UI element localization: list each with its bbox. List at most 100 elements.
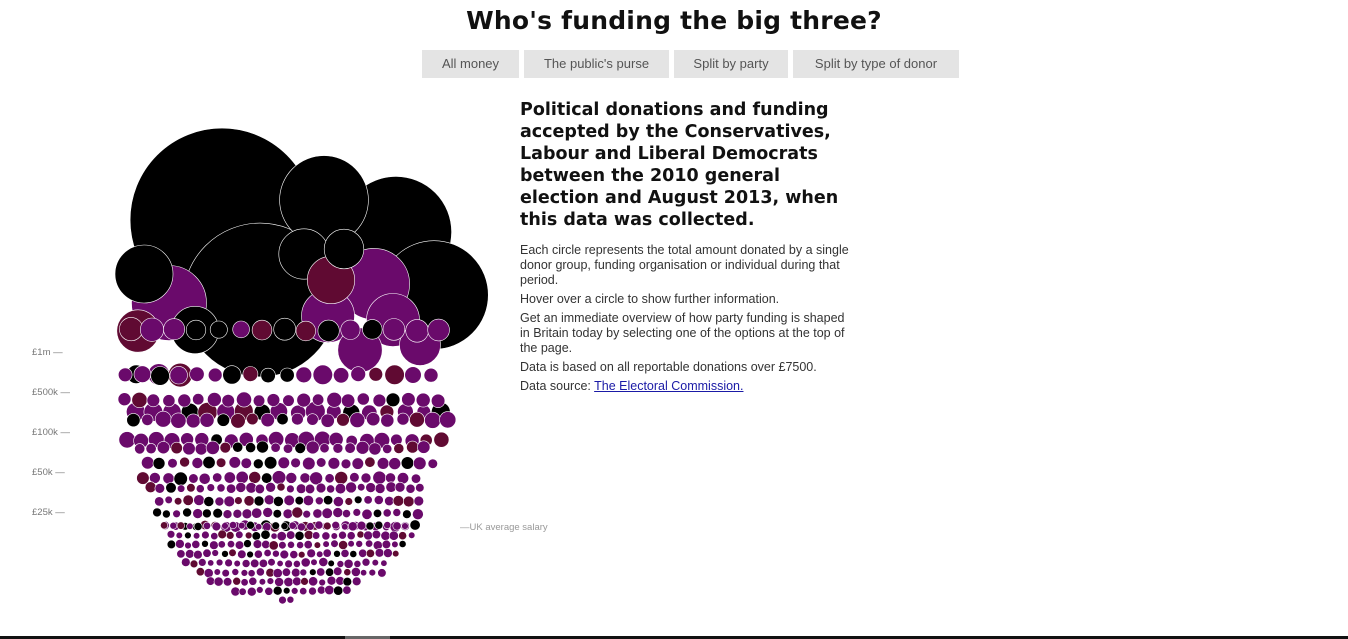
donor-bubble[interactable] <box>126 413 141 428</box>
donor-bubble[interactable] <box>252 539 263 549</box>
donor-bubble[interactable] <box>154 483 166 494</box>
donor-bubble[interactable] <box>134 443 146 455</box>
donor-bubble[interactable] <box>323 521 332 531</box>
donor-bubble[interactable] <box>164 495 173 505</box>
donor-bubble[interactable] <box>334 483 347 495</box>
donor-bubble[interactable] <box>415 483 425 493</box>
donor-bubble[interactable] <box>221 522 229 530</box>
donor-bubble[interactable] <box>192 393 205 406</box>
donor-bubble[interactable] <box>291 587 299 595</box>
donor-bubble[interactable] <box>273 317 297 341</box>
donor-bubble[interactable] <box>323 228 365 270</box>
donor-bubble[interactable] <box>173 471 188 486</box>
donor-bubble[interactable] <box>238 587 247 596</box>
donor-bubble[interactable] <box>240 578 249 587</box>
donor-bubble[interactable] <box>247 569 256 578</box>
donor-bubble[interactable] <box>295 366 312 384</box>
donor-bubble[interactable] <box>192 508 203 519</box>
donor-bubble[interactable] <box>349 550 358 558</box>
donor-bubble[interactable] <box>341 393 356 408</box>
donor-bubble[interactable] <box>266 577 275 585</box>
donor-bubble[interactable] <box>345 481 357 494</box>
donor-bubble[interactable] <box>355 440 370 455</box>
donor-bubble[interactable] <box>248 576 258 586</box>
donor-bubble[interactable] <box>169 521 178 530</box>
donor-bubble[interactable] <box>237 549 247 559</box>
donor-bubble[interactable] <box>320 413 335 428</box>
donor-bubble[interactable] <box>202 548 212 558</box>
donor-bubble[interactable] <box>191 540 201 549</box>
donor-bubble[interactable] <box>340 319 361 340</box>
donor-bubble[interactable] <box>299 587 308 596</box>
donor-bubble[interactable] <box>219 441 232 454</box>
donor-bubble[interactable] <box>133 365 152 383</box>
donor-bubble[interactable] <box>288 521 297 530</box>
donor-bubble[interactable] <box>191 457 204 469</box>
donor-bubble[interactable] <box>213 568 221 576</box>
donor-bubble[interactable] <box>323 495 334 506</box>
donor-bubble[interactable] <box>193 494 205 506</box>
donor-bubble[interactable] <box>291 506 304 519</box>
donor-bubble[interactable] <box>398 531 407 541</box>
donor-bubble[interactable] <box>362 319 383 340</box>
donor-bubble[interactable] <box>382 443 393 454</box>
donor-bubble[interactable] <box>360 472 372 484</box>
donor-bubble[interactable] <box>299 472 311 484</box>
donor-bubble[interactable] <box>221 550 229 558</box>
donor-bubble[interactable] <box>223 577 233 587</box>
donor-bubble[interactable] <box>325 567 335 577</box>
donor-bubble[interactable] <box>353 560 362 568</box>
donor-bubble[interactable] <box>198 472 211 485</box>
donor-bubble[interactable] <box>241 508 253 520</box>
donor-bubble[interactable] <box>315 482 327 494</box>
donor-bubble[interactable] <box>233 559 241 568</box>
donor-bubble[interactable] <box>199 412 215 428</box>
donor-bubble[interactable] <box>314 520 324 530</box>
donor-bubble[interactable] <box>361 557 371 567</box>
donor-bubble[interactable] <box>372 393 387 408</box>
donor-bubble[interactable] <box>287 540 295 549</box>
donor-bubble[interactable] <box>232 320 250 339</box>
donor-bubble[interactable] <box>276 559 284 567</box>
donor-bubble[interactable] <box>405 319 429 343</box>
donor-bubble[interactable] <box>319 443 330 454</box>
donor-bubble[interactable] <box>317 319 340 342</box>
donor-bubble[interactable] <box>306 522 315 531</box>
donor-bubble[interactable] <box>186 522 194 530</box>
tab-public-purse[interactable]: The public's purse <box>524 50 669 78</box>
donor-bubble[interactable] <box>299 568 308 577</box>
donor-bubble[interactable] <box>294 530 305 541</box>
donor-bubble[interactable] <box>327 457 341 470</box>
donor-bubble[interactable] <box>380 559 388 567</box>
donor-bubble[interactable] <box>162 472 175 485</box>
donor-bubble[interactable] <box>303 530 314 540</box>
donor-bubble[interactable] <box>374 520 384 530</box>
donor-bubble[interactable] <box>162 509 171 519</box>
donor-bubble[interactable] <box>193 532 201 540</box>
donor-bubble[interactable] <box>253 495 265 507</box>
donor-bubble[interactable] <box>261 539 271 549</box>
donor-bubble[interactable] <box>365 521 375 531</box>
donor-bubble[interactable] <box>185 319 207 341</box>
donor-bubble[interactable] <box>165 482 177 494</box>
donor-bubble[interactable] <box>336 560 345 568</box>
donor-bubble[interactable] <box>194 442 208 456</box>
donor-bubble[interactable] <box>167 458 178 469</box>
donor-bubble[interactable] <box>302 456 316 471</box>
donor-bubble[interactable] <box>306 548 316 558</box>
donor-bubble[interactable] <box>342 509 351 518</box>
donor-bubble[interactable] <box>392 521 402 531</box>
donor-bubble[interactable] <box>215 558 224 567</box>
donor-bubble[interactable] <box>207 559 215 567</box>
donor-bubble[interactable] <box>383 548 393 558</box>
donor-bubble[interactable] <box>179 456 190 468</box>
donor-bubble[interactable] <box>368 367 383 382</box>
donor-bubble[interactable] <box>203 521 212 530</box>
donor-bubble[interactable] <box>427 458 438 469</box>
donor-bubble[interactable] <box>198 558 207 567</box>
donor-bubble[interactable] <box>312 508 323 519</box>
tab-split-by-donor-type[interactable]: Split by type of donor <box>793 50 959 78</box>
donor-bubble[interactable] <box>381 539 392 550</box>
donor-bubble[interactable] <box>305 440 320 455</box>
donor-bubble[interactable] <box>174 497 183 506</box>
